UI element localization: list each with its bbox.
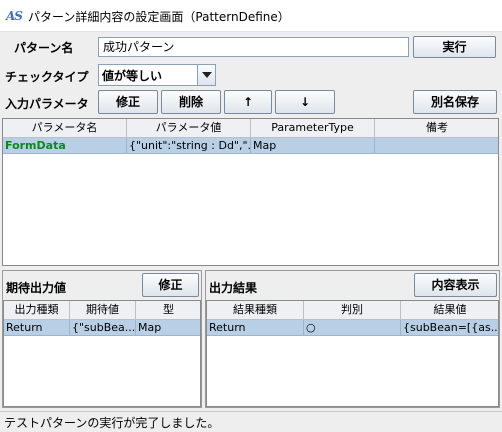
- column-header-type[interactable]: 型: [136, 301, 200, 320]
- edit-param-button[interactable]: 修正: [98, 90, 158, 114]
- check-type-select[interactable]: 値が等しい: [98, 64, 216, 86]
- expected-row-kind[interactable]: Return: [4, 320, 70, 336]
- output-table[interactable]: 結果種類 判別 結果値 Return ○ {subBean=[{as...: [206, 300, 499, 407]
- check-type-value: 値が等しい: [102, 69, 163, 83]
- app-icon: AS: [6, 9, 23, 23]
- table-row-param-value[interactable]: {"unit":"string : Dd","...: [127, 138, 251, 154]
- show-content-button[interactable]: 内容表示: [414, 273, 497, 297]
- execute-button[interactable]: 実行: [413, 36, 496, 58]
- expected-output-title: 期待出力値: [6, 281, 67, 295]
- table-row-note[interactable]: [375, 138, 498, 154]
- pattern-name-label: パターン名: [14, 41, 74, 55]
- output-result-title: 出力結果: [209, 281, 258, 295]
- move-down-button[interactable]: ↓: [275, 90, 335, 114]
- params-table[interactable]: パラメータ名 パラメータ値 ParameterType 備考 FormData …: [2, 118, 499, 266]
- output-row-value[interactable]: {subBean=[{as...: [401, 320, 498, 336]
- column-header-judge[interactable]: 判別: [304, 301, 401, 320]
- output-row-kind[interactable]: Return: [207, 320, 304, 336]
- table-row-param-name[interactable]: FormData: [3, 138, 127, 154]
- status-message: テストパターンの実行が完了しました。: [4, 416, 220, 430]
- status-divider: [0, 411, 502, 412]
- edit-expected-button[interactable]: 修正: [142, 273, 199, 297]
- save-as-button[interactable]: 別名保存: [413, 90, 497, 114]
- column-header-param-type[interactable]: ParameterType: [251, 119, 375, 138]
- column-header-expected-value[interactable]: 期待値: [70, 301, 136, 320]
- column-header-result-kind[interactable]: 結果種類: [207, 301, 304, 320]
- check-type-label: チェックタイプ: [5, 70, 89, 84]
- title-bar: AS パターン詳細内容の設定画面（PatternDefine）: [0, 0, 502, 32]
- column-header-param-value[interactable]: パラメータ値: [127, 119, 251, 138]
- window-title: パターン詳細内容の設定画面（PatternDefine）: [28, 10, 290, 24]
- output-row-judge[interactable]: ○: [304, 320, 401, 336]
- column-header-output-kind[interactable]: 出力種類: [4, 301, 70, 320]
- expected-row-value[interactable]: {"subBea...: [70, 320, 136, 336]
- column-header-note[interactable]: 備考: [375, 119, 498, 138]
- column-header-result-value[interactable]: 結果値: [401, 301, 498, 320]
- move-up-button[interactable]: ↑: [224, 90, 272, 114]
- table-row-param-type[interactable]: Map: [251, 138, 375, 154]
- expected-row-type[interactable]: Map: [136, 320, 200, 336]
- dropdown-arrow-button[interactable]: [197, 65, 215, 85]
- column-header-param-name[interactable]: パラメータ名: [3, 119, 127, 138]
- input-params-label: 入力パラメータ: [5, 97, 89, 111]
- pattern-name-input[interactable]: 成功パターン: [98, 37, 409, 57]
- chevron-down-icon: [202, 72, 212, 78]
- delete-param-button[interactable]: 削除: [161, 90, 221, 114]
- expected-table[interactable]: 出力種類 期待値 型 Return {"subBea... Map: [3, 300, 201, 407]
